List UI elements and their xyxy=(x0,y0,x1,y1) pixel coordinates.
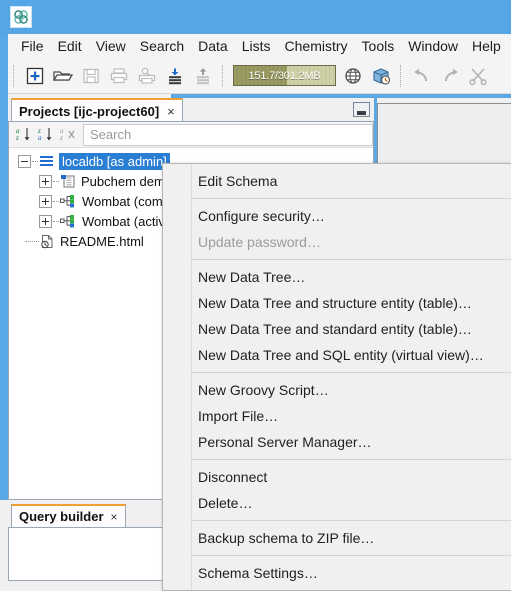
schema-context-menu: Edit Schema Configure security… Update p… xyxy=(162,163,511,591)
print-preview-icon xyxy=(133,62,161,90)
toolbar-separator xyxy=(222,64,225,87)
tree-node-wombat-compounds-label: Wombat (comp xyxy=(82,193,170,209)
menu-item-new-data-tree-structure-entity[interactable]: New Data Tree and structure entity (tabl… xyxy=(163,290,511,316)
tree-connector xyxy=(32,160,38,162)
tab-query-builder[interactable]: Query builder × xyxy=(11,504,126,527)
svg-text:a: a xyxy=(38,134,42,142)
menu-edit[interactable]: Edit xyxy=(51,35,89,57)
projects-tab-strip: Projects [ijc-project60] × xyxy=(8,98,374,122)
html-file-icon xyxy=(40,234,55,249)
minimize-bar xyxy=(357,111,366,115)
cut-icon xyxy=(464,62,492,90)
projects-filter-bar: a z z a a z Search xyxy=(9,122,373,148)
print-icon xyxy=(105,62,133,90)
memory-gauge-label: 151.7/301.2MB xyxy=(248,69,321,82)
menu-item-new-groovy-script[interactable]: New Groovy Script… xyxy=(163,377,511,403)
context-menu-separator xyxy=(191,459,511,460)
tree-connector xyxy=(53,180,59,182)
tree-expand-toggle-localdb[interactable] xyxy=(18,154,31,168)
menu-item-schema-settings[interactable]: Schema Settings… xyxy=(163,560,511,586)
menu-item-new-data-tree-sql-entity[interactable]: New Data Tree and SQL entity (virtual vi… xyxy=(163,342,511,368)
import-data-icon[interactable] xyxy=(161,62,189,90)
context-menu-items: Edit Schema Configure security… Update p… xyxy=(163,164,511,590)
minimize-window-icon[interactable] xyxy=(353,102,370,117)
menu-search[interactable]: Search xyxy=(133,35,191,57)
tree-connector xyxy=(25,240,39,242)
sort-a-z-icon[interactable]: a z xyxy=(13,124,35,146)
menu-item-delete[interactable]: Delete… xyxy=(163,490,511,516)
tree-expand-toggle-pubchem[interactable] xyxy=(39,174,52,188)
svg-text:z: z xyxy=(15,134,19,142)
save-icon xyxy=(77,62,105,90)
tab-query-builder-label: Query builder xyxy=(19,509,104,524)
context-menu-separator xyxy=(191,555,511,556)
globe-icon[interactable] xyxy=(339,62,367,90)
tab-projects-close-icon[interactable]: × xyxy=(167,104,175,119)
sort-clear-icon[interactable]: a z xyxy=(57,124,79,146)
memory-gauge[interactable]: 151.7/301.2MB xyxy=(233,65,336,86)
tree-expand-toggle-wombat-compounds[interactable] xyxy=(39,194,52,208)
context-menu-separator xyxy=(191,259,511,260)
menu-item-configure-security[interactable]: Configure security… xyxy=(163,203,511,229)
tab-query-builder-close-icon[interactable]: × xyxy=(111,510,118,524)
redo-icon xyxy=(436,62,464,90)
tree-node-readme-label: README.html xyxy=(60,233,144,249)
context-menu-bottom-padding xyxy=(163,586,511,590)
menu-item-new-data-tree[interactable]: New Data Tree… xyxy=(163,264,511,290)
tree-connector xyxy=(53,220,59,222)
menu-view[interactable]: View xyxy=(89,35,133,57)
database-history-icon[interactable] xyxy=(367,62,395,90)
tree-expand-toggle-wombat-activities[interactable] xyxy=(39,214,52,228)
context-menu-separator xyxy=(191,372,511,373)
query-builder-window: Query builder × xyxy=(8,504,171,581)
tool-bar: 151.7/301.2MB xyxy=(8,58,511,94)
application-window: File Edit View Search Data Lists Chemist… xyxy=(0,0,511,591)
schema-icon xyxy=(39,154,54,168)
menu-item-edit-schema[interactable]: Edit Schema xyxy=(163,168,511,194)
menu-help[interactable]: Help xyxy=(465,35,508,57)
menu-data[interactable]: Data xyxy=(191,35,235,57)
menu-bar: File Edit View Search Data Lists Chemist… xyxy=(8,34,511,58)
tree-connector xyxy=(53,200,59,202)
menu-lists[interactable]: Lists xyxy=(235,35,278,57)
undo-icon xyxy=(408,62,436,90)
tree-node-localdb-label: localdb [as admin] xyxy=(59,152,170,170)
menu-chemistry[interactable]: Chemistry xyxy=(278,35,355,57)
toolbar-separator xyxy=(13,64,16,87)
tree-node-wombat-activities-label: Wombat (activi xyxy=(82,213,168,229)
structure-entity-icon xyxy=(60,174,76,188)
data-tree-icon xyxy=(60,194,77,208)
open-project-icon[interactable] xyxy=(49,62,77,90)
menu-item-disconnect[interactable]: Disconnect xyxy=(163,464,511,490)
data-tree-icon xyxy=(60,214,77,228)
sort-z-a-icon[interactable]: z a xyxy=(35,124,57,146)
context-menu-separator xyxy=(191,198,511,199)
menu-tools[interactable]: Tools xyxy=(355,35,402,57)
menu-item-personal-server-manager[interactable]: Personal Server Manager… xyxy=(163,429,511,455)
menu-window[interactable]: Window xyxy=(401,35,465,57)
tab-projects[interactable]: Projects [ijc-project60] × xyxy=(11,98,183,122)
menu-item-backup-schema-zip[interactable]: Backup schema to ZIP file… xyxy=(163,525,511,551)
app-logo-icon xyxy=(10,6,32,28)
new-project-icon[interactable] xyxy=(21,62,49,90)
export-data-icon xyxy=(189,62,217,90)
search-input[interactable]: Search xyxy=(83,123,373,146)
context-menu-separator xyxy=(191,520,511,521)
title-bar xyxy=(0,0,511,36)
menu-item-new-data-tree-standard-entity[interactable]: New Data Tree and standard entity (table… xyxy=(163,316,511,342)
toolbar-separator xyxy=(400,64,403,87)
menu-file[interactable]: File xyxy=(14,35,51,57)
tree-node-pubchem-demo-label: Pubchem demo xyxy=(81,173,173,189)
menu-item-update-password: Update password… xyxy=(198,234,321,250)
query-builder-body xyxy=(8,527,171,581)
menu-item-import-file[interactable]: Import File… xyxy=(163,403,511,429)
search-placeholder: Search xyxy=(90,127,132,142)
tab-projects-label: Projects [ijc-project60] xyxy=(19,103,160,119)
svg-text:z: z xyxy=(59,134,63,142)
